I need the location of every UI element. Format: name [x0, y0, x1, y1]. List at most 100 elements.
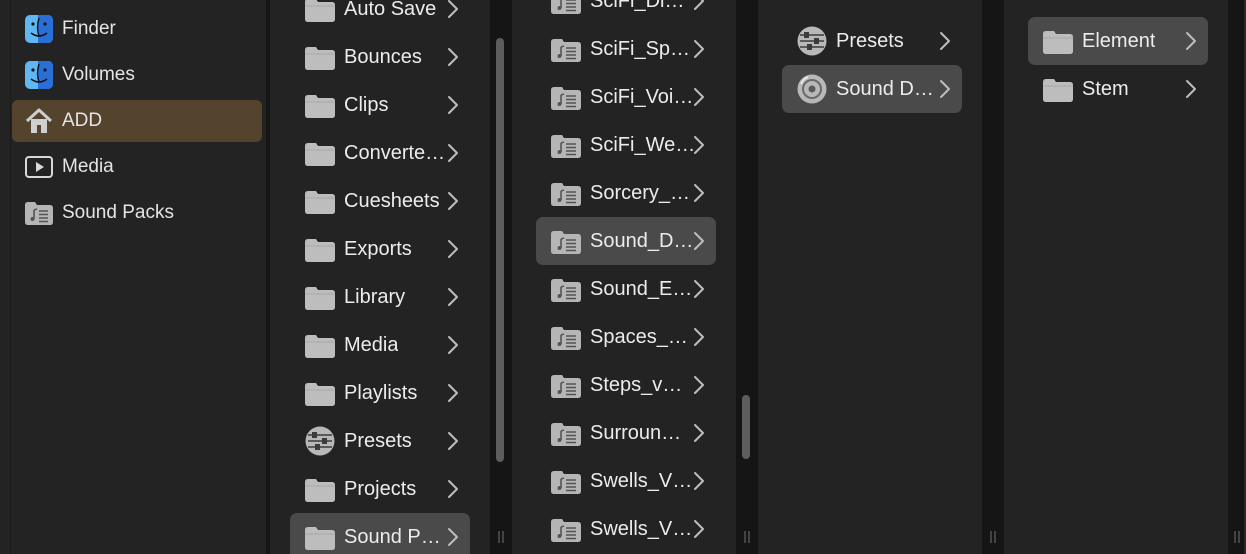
list-item-presets[interactable]: Presets — [782, 17, 962, 65]
item-label: Media — [344, 334, 399, 356]
list-item-sound-d[interactable]: Sound D… — [782, 65, 962, 113]
sidebar: Finder Volumes ADD Media Sound Packs — [0, 0, 266, 554]
list-item-element[interactable]: Element — [1028, 17, 1208, 65]
list-item-scifi-voi[interactable]: SciFi_Voi… — [536, 73, 716, 121]
column-sound-design: Presets Sound D… — [758, 0, 982, 554]
item-label: SciFi_Di… — [590, 0, 685, 12]
play-box-icon — [24, 152, 54, 182]
sidebar-left-edge — [10, 0, 11, 554]
column-sound-packs: SciFi_Di… SciFi_Sp… SciFi_Voi… SciFi_We… Sor… — [512, 0, 736, 554]
list-item-surroun[interactable]: Surroun… — [536, 409, 716, 457]
chevron-right-icon — [692, 519, 706, 539]
chevron-right-icon — [692, 183, 706, 203]
list-item-sound-d[interactable]: Sound_D… — [536, 217, 716, 265]
list-item-playlists[interactable]: Playlists — [290, 369, 470, 417]
sidebar-item-add[interactable]: ADD — [12, 100, 262, 142]
column-resize-handle[interactable] — [988, 530, 998, 544]
item-label: Surroun… — [590, 422, 682, 444]
list-item-auto-save[interactable]: Auto Save — [290, 0, 470, 33]
chevron-right-icon — [446, 47, 460, 67]
list-item-cuesheets[interactable]: Cuesheets — [290, 177, 470, 225]
folder-icon — [304, 474, 336, 504]
sidebar-item-label: ADD — [62, 110, 103, 131]
list-item-sound-p[interactable]: Sound P… — [290, 513, 470, 554]
item-label: Steps_v… — [590, 374, 683, 396]
chevron-right-icon — [692, 279, 706, 299]
column-resize-handle[interactable] — [742, 530, 752, 544]
item-label: Playlists — [344, 382, 418, 404]
item-label: Auto Save — [344, 0, 437, 20]
chevron-right-icon — [446, 431, 460, 451]
chevron-right-icon — [692, 471, 706, 491]
column-add-scrollbar[interactable] — [494, 0, 506, 554]
finder-icon — [24, 14, 54, 44]
list-item-library[interactable]: Library — [290, 273, 470, 321]
chevron-right-icon — [446, 0, 460, 19]
chevron-right-icon — [446, 479, 460, 499]
column-sound-packs-scrollbar[interactable] — [740, 0, 752, 554]
list-item-projects[interactable]: Projects — [290, 465, 470, 513]
list-item-steps-v[interactable]: Steps_v… — [536, 361, 716, 409]
folder-icon — [304, 330, 336, 360]
item-label: Exports — [344, 238, 412, 260]
folder-icon — [1042, 74, 1074, 104]
folder-icon — [304, 234, 336, 264]
item-label: Sound P… — [344, 526, 441, 548]
chevron-right-icon — [692, 0, 706, 11]
sound-folder-icon — [550, 226, 582, 256]
sound-folder-icon — [550, 370, 582, 400]
sidebar-item-sound-packs[interactable]: Sound Packs — [12, 192, 262, 234]
chevron-right-icon — [1184, 31, 1198, 51]
chevron-right-icon — [446, 335, 460, 355]
list-item-converte[interactable]: Converte… — [290, 129, 470, 177]
item-label: Sound_E… — [590, 278, 693, 300]
list-item-stem[interactable]: Stem — [1028, 65, 1208, 113]
list-item-scifi-sp[interactable]: SciFi_Sp… — [536, 25, 716, 73]
list-item-sound-e[interactable]: Sound_E… — [536, 265, 716, 313]
scrollbar-thumb[interactable] — [742, 395, 750, 459]
chevron-right-icon — [692, 87, 706, 107]
sidebar-item-label: Volumes — [62, 64, 135, 85]
list-item-swells-v[interactable]: Swells_V… — [536, 457, 716, 505]
sound-folder-icon — [550, 82, 582, 112]
item-label: Element — [1082, 30, 1156, 52]
column-sound-d: Element Stem — [1004, 0, 1228, 554]
column-resize-handle[interactable] — [1232, 530, 1242, 544]
chevron-right-icon — [446, 95, 460, 115]
sound-folder-icon — [550, 34, 582, 64]
scrollbar-thumb[interactable] — [496, 38, 504, 462]
folder-icon — [304, 378, 336, 408]
sound-folder-icon — [550, 130, 582, 160]
item-label: Stem — [1082, 78, 1129, 100]
sound-folder-icon — [24, 198, 54, 228]
sound-folder-icon — [550, 418, 582, 448]
sound-folder-icon — [550, 466, 582, 496]
item-label: Clips — [344, 94, 389, 116]
item-label: Library — [344, 286, 406, 308]
folder-icon — [304, 42, 336, 72]
list-item-scifi-we[interactable]: SciFi_We… — [536, 121, 716, 169]
list-item-presets[interactable]: Presets — [290, 417, 470, 465]
item-label: Swells_V… — [590, 470, 693, 492]
sidebar-item-label: Media — [62, 156, 114, 177]
home-icon — [24, 106, 54, 136]
list-item-bounces[interactable]: Bounces — [290, 33, 470, 81]
column-resize-handle[interactable] — [496, 530, 506, 544]
list-item-spaces[interactable]: Spaces_… — [536, 313, 716, 361]
list-item-swells-v[interactable]: Swells_V… — [536, 505, 716, 553]
sound-folder-icon — [550, 178, 582, 208]
list-item-media[interactable]: Media — [290, 321, 470, 369]
list-item-sorcery[interactable]: Sorcery_… — [536, 169, 716, 217]
chevron-right-icon — [938, 31, 952, 51]
folder-icon — [304, 522, 336, 552]
sidebar-item-volumes[interactable]: Volumes — [12, 54, 262, 96]
chevron-right-icon — [692, 423, 706, 443]
folder-icon — [304, 90, 336, 120]
sound-folder-icon — [550, 0, 582, 16]
sidebar-item-media[interactable]: Media — [12, 146, 262, 188]
list-item-scifi-di[interactable]: SciFi_Di… — [536, 0, 716, 25]
column-add: Auto Save Bounces Clips Converte… Cuesheets E… — [270, 0, 490, 554]
list-item-exports[interactable]: Exports — [290, 225, 470, 273]
sidebar-item-finder[interactable]: Finder — [12, 8, 262, 50]
list-item-clips[interactable]: Clips — [290, 81, 470, 129]
